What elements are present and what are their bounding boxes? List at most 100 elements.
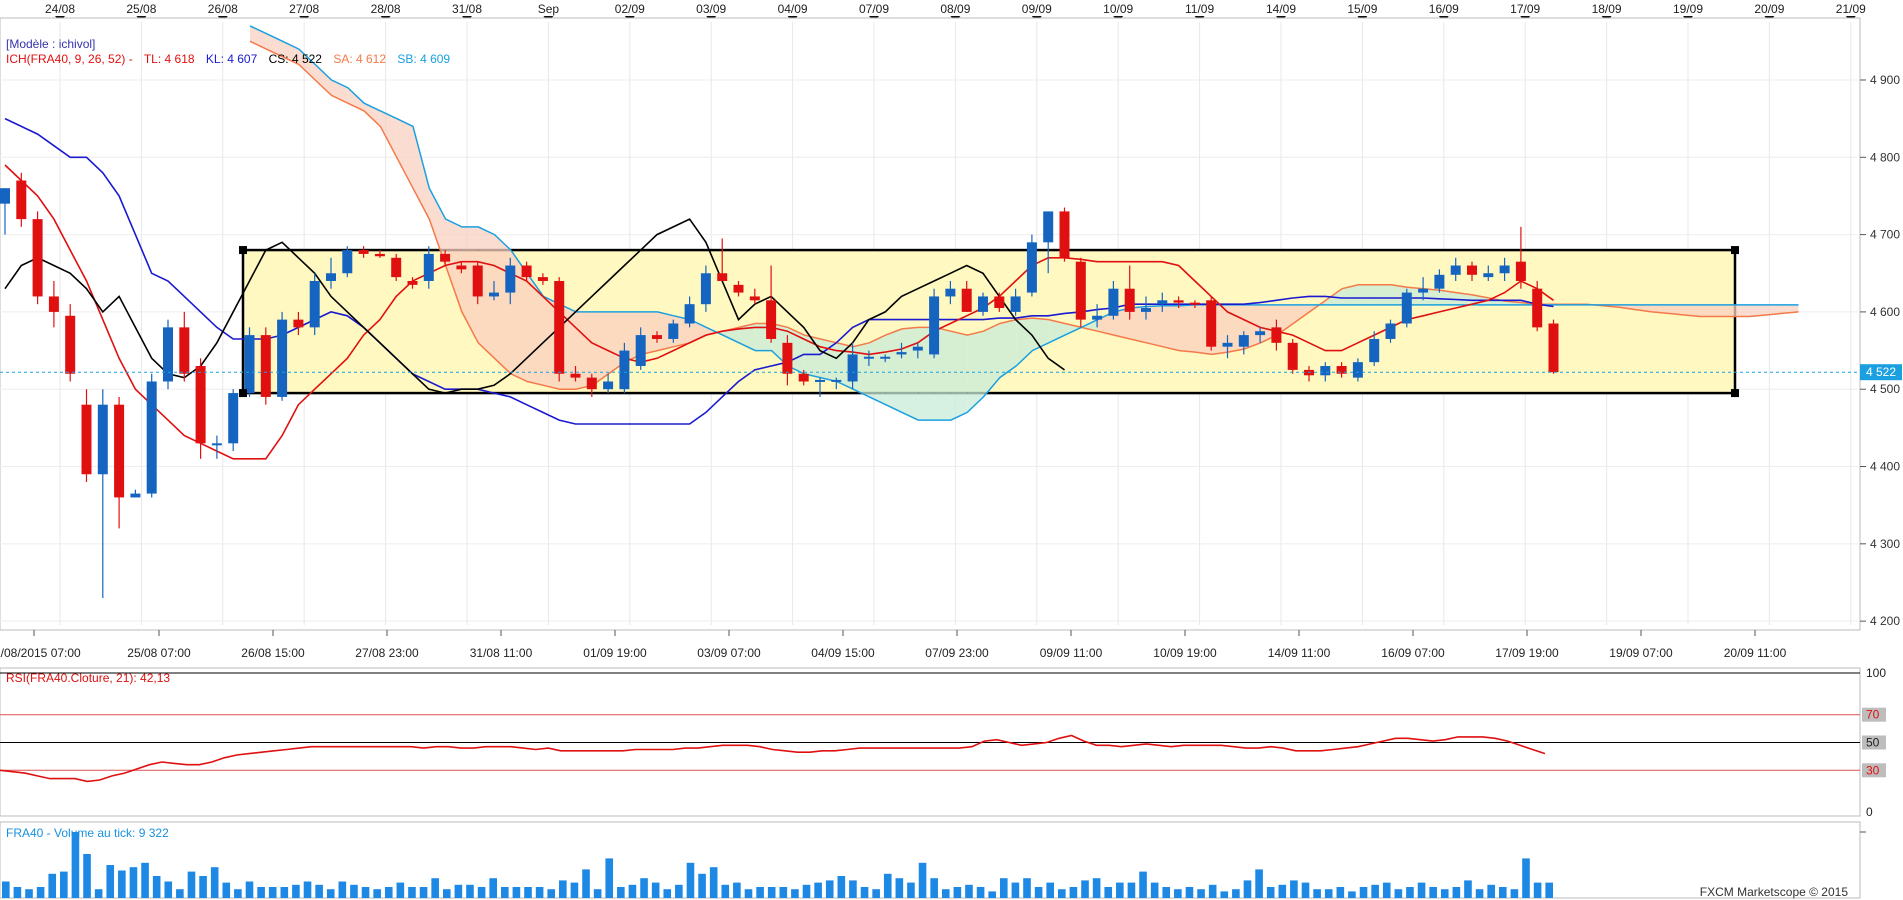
volume-bar: [605, 858, 614, 898]
volume-bar: [303, 881, 312, 898]
cloud-segment: [1733, 304, 1750, 317]
time-axis-label: 14/09 11:00: [1268, 646, 1331, 660]
cloud-segment: [902, 327, 919, 421]
volume-bar: [547, 889, 556, 898]
candle-body: [554, 280, 565, 374]
cloud-segment: [1162, 305, 1180, 351]
candle-body: [961, 288, 972, 312]
volume-bar: [500, 887, 509, 898]
volume-bar: [582, 869, 590, 898]
price-tick-label: 4 500: [1870, 382, 1900, 396]
candle-body: [1483, 273, 1494, 278]
candle-body: [1157, 300, 1168, 305]
candle-body: [114, 404, 125, 498]
candle-body: [146, 381, 157, 494]
volume-bar: [988, 891, 996, 898]
time-axis-label: 07/09 23:00: [925, 646, 989, 660]
last-price-label: 4 522: [1866, 365, 1896, 379]
kl-value: KL: 4 607: [206, 52, 258, 66]
cloud-segment: [950, 331, 968, 421]
candle-body: [1222, 342, 1233, 347]
volume-bar: [361, 887, 370, 898]
cloud-segment: [820, 338, 837, 382]
volume-bar: [1127, 882, 1136, 898]
volume-bar: [883, 873, 892, 898]
volume-bar: [234, 889, 242, 898]
rsi-tick-label: 0: [1866, 805, 1873, 819]
volume-bar: [36, 887, 45, 898]
volume-bar: [1255, 869, 1263, 898]
time-axis-label: 01/09 19:00: [583, 646, 647, 660]
volume-bar: [825, 880, 834, 898]
volume-bar: [1440, 889, 1449, 898]
price-tick-label: 4 700: [1870, 228, 1900, 242]
price-tick-label: 4 900: [1870, 73, 1900, 87]
volume-bar: [1220, 891, 1229, 898]
time-axis-label: 04/09 15:00: [811, 646, 875, 660]
time-axis-label: 03/09 07:00: [697, 646, 761, 660]
candle-body: [48, 296, 59, 312]
candle-body: [440, 253, 451, 262]
sb-value: SB: 4 609: [397, 52, 450, 66]
volume-bar: [431, 878, 439, 898]
volume-bar: [199, 876, 207, 898]
candle-body: [1548, 323, 1559, 373]
volume-bar: [2, 881, 10, 898]
candle-body: [1418, 288, 1429, 293]
time-axis-label: 16/09 07:00: [1381, 646, 1445, 660]
volume-bar: [814, 882, 822, 898]
candle-body: [717, 273, 728, 281]
volume-bar: [326, 889, 335, 898]
volume-bar: [141, 862, 149, 898]
volume-bar: [1034, 887, 1043, 898]
candle-body: [603, 381, 614, 390]
time-axis-label: 21/08/2015 07:00: [0, 646, 81, 660]
candle-body: [619, 350, 630, 390]
cloud-segment: [1130, 306, 1147, 343]
volume-bar: [570, 882, 579, 898]
volume-bar: [1371, 884, 1379, 898]
volume-bar: [698, 873, 706, 898]
volume-bar: [941, 889, 950, 898]
volume-bar: [930, 878, 938, 898]
cloud-segment: [1358, 284, 1375, 305]
candle-body: [1026, 242, 1037, 293]
volume-bar: [1382, 882, 1391, 898]
volume-bar: [1232, 889, 1240, 898]
candle-body: [1271, 327, 1282, 343]
cs-value: CS: 4 522: [269, 52, 323, 66]
volume-bar: [48, 873, 57, 898]
volume-bar: [802, 884, 811, 898]
cloud-segment: [1717, 304, 1734, 317]
volume-bar: [524, 887, 532, 898]
candle-body: [489, 292, 499, 297]
candle-body: [766, 300, 777, 339]
candle-body: [211, 443, 222, 446]
candle-body: [521, 265, 532, 278]
candle-body: [1385, 323, 1396, 339]
volume-bar: [152, 876, 161, 898]
volume-bar: [222, 882, 231, 898]
top-axis-label: 04/09: [778, 2, 808, 16]
volume-bar: [477, 887, 486, 898]
cloud-segment: [885, 328, 902, 413]
price-tick-label: 4 200: [1870, 614, 1900, 628]
price-tick-label: 4 600: [1870, 305, 1900, 319]
watermark: FXCM Marketscope © 2015: [1700, 885, 1849, 899]
chart: 24/08 25/08 26/08 27/08 28/08 31/08 Sep 02/09 03…: [0, 0, 1903, 899]
volume-bar: [1475, 889, 1484, 898]
cloud-segment: [1179, 304, 1196, 353]
volume-bar: [1058, 889, 1066, 898]
candle-body: [16, 180, 27, 220]
volume-bar: [1417, 882, 1426, 898]
candle-body: [407, 280, 418, 285]
volume-bar: [257, 887, 265, 898]
time-axis-label: 09/09 11:00: [1040, 646, 1103, 660]
top-axis-label: 17/09: [1510, 2, 1540, 16]
candle-body: [782, 342, 793, 374]
volume-bar: [1290, 880, 1298, 898]
candle-body: [130, 493, 141, 498]
volume-bar: [1174, 889, 1182, 898]
top-axis-label: 18/09: [1592, 2, 1622, 16]
volume-bar: [292, 884, 300, 898]
